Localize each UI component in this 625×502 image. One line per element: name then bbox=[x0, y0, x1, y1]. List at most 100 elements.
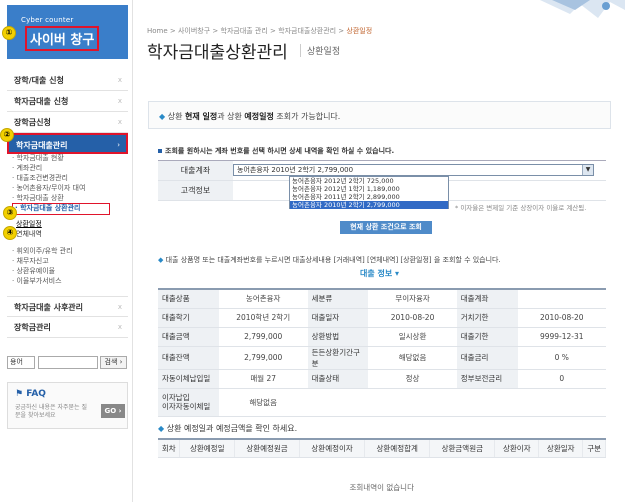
bookmark-icon: ⚑ bbox=[15, 389, 27, 399]
info-value: 2010학년 2학기 bbox=[218, 308, 308, 328]
schedule-column-header: 상환예정일 bbox=[179, 439, 235, 458]
diamond-icon: ◆ bbox=[159, 112, 168, 121]
account-select-value: 농어촌융자 2010년 2학기 2,799,000 bbox=[237, 166, 354, 174]
breadcrumb: Home > 사이버창구 > 학자금대출 관리 > 학자금대출상환관리 > 상환… bbox=[147, 26, 372, 36]
info-row: 대출잔액 2,799,000 든든상환기간구분 해당없음 대출금리 0 % bbox=[158, 346, 606, 370]
info-header: 든든상환기간구분 bbox=[307, 346, 369, 370]
menu-label: 장학금관리 bbox=[14, 323, 51, 332]
notice-b2: 예정일정 bbox=[244, 112, 274, 121]
dropdown-option[interactable]: 농어촌융자 2012년 2학기 725,000 bbox=[290, 177, 448, 185]
sub-item-condition[interactable]: · 대출조건변경관리 bbox=[12, 173, 130, 183]
search-input[interactable] bbox=[38, 356, 98, 369]
dropdown-option-selected[interactable]: 농어촌융자 2010년 2학기 2,799,000 bbox=[290, 201, 448, 209]
section-query-hint: 조회를 원하시는 계좌 번호를 선택 하시면 상세 내역을 확인 하실 수 있습… bbox=[158, 146, 394, 156]
info-value: 2,799,000 bbox=[218, 327, 308, 347]
sub-item-status[interactable]: · 학자금대출 현황 bbox=[12, 153, 130, 163]
schedule-column-header: 상환일자 bbox=[538, 439, 584, 458]
info-value: 정상 bbox=[368, 369, 457, 389]
notice-post: 조회가 가능합니다. bbox=[273, 112, 341, 121]
marker-3: ③ bbox=[3, 206, 17, 220]
faq-title-text: FAQ bbox=[26, 389, 46, 399]
faq-desc: 궁금하신 내용은 자주묻는 질문을 찾아보세요 bbox=[15, 404, 87, 419]
notice-mid: 과 상환 bbox=[217, 112, 245, 121]
info-header: 대출학기 bbox=[158, 308, 219, 328]
schedule-empty: 조회내역이 없습니다 bbox=[349, 483, 414, 492]
left-sidebar: Cyber counter 사이버 창구 ① 장학/대출 신청 x 학자금대출 신… bbox=[0, 0, 133, 502]
page-title: 학자금대출상환관리 bbox=[147, 43, 288, 63]
sub-item-abroad[interactable]: · 휘외이주/유학 관리 bbox=[12, 246, 130, 256]
menu-label: 학자금대출관리 bbox=[16, 141, 68, 150]
section-schedule-text: 상환 예정일과 예정금액을 확인 하세요. bbox=[166, 424, 298, 433]
schedule-column-header: 상환이자 bbox=[494, 439, 540, 458]
interest-note: * 이자율은 변제일 기준 상장이자 이율로 계산됨. bbox=[455, 204, 587, 212]
notice-text: ◆ 상환 현재 일정과 상환 예정일정 조회가 가능합니다. bbox=[159, 111, 340, 122]
loan-info-heading[interactable]: 대출 정보 ▾ bbox=[360, 268, 399, 279]
info-header: 상환방법 bbox=[307, 327, 369, 347]
dropdown-option[interactable]: 농어촌융자 2011년 2학기 2,899,000 bbox=[290, 193, 448, 201]
info-value: 0 % bbox=[517, 346, 606, 370]
info-header: 대출기한 bbox=[456, 327, 518, 347]
info-header: 거치기한 bbox=[456, 308, 518, 328]
diamond-icon: ◆ bbox=[158, 424, 167, 433]
marker-1: ① bbox=[2, 26, 16, 40]
account-label: 대출계좌 bbox=[158, 161, 233, 180]
info-value: 9999-12-31 bbox=[517, 327, 606, 347]
marker-4: ④ bbox=[3, 226, 17, 240]
section-detail-hint: ◆ 대출 상품명 또는 대출계좌번호를 누르시면 대출상세내용 [거래내역] [… bbox=[158, 255, 501, 265]
info-value: 2010-08-20 bbox=[368, 308, 457, 328]
menu-item-apply[interactable]: 장학/대출 신청 x bbox=[7, 70, 128, 91]
info-row: 대출금액 2,799,000 상환방법 일시상환 대출기한 9999-12-31 bbox=[158, 327, 606, 347]
schedule-column-header: 상환예정합계 bbox=[364, 439, 431, 458]
info-header: 대출잔액 bbox=[158, 346, 219, 370]
info-value: 무이자융자 bbox=[368, 289, 457, 309]
sub-item-defer[interactable]: · 상환유예이율 bbox=[12, 266, 130, 276]
brand-title[interactable]: 사이버 창구 bbox=[25, 26, 100, 51]
info-header: 대출상태 bbox=[307, 369, 369, 389]
info-header: 이자납입 이자자동이체일 bbox=[158, 388, 219, 417]
sub-item-repay-manage[interactable]: · 학자금대출 상환관리 bbox=[12, 203, 110, 215]
faq-go-button[interactable]: GO › bbox=[101, 404, 125, 418]
faq-title: ⚑ FAQ bbox=[15, 389, 46, 399]
sub-item-extra[interactable]: · 이율부가서비스 bbox=[12, 276, 130, 286]
menu-item-loan-apply[interactable]: 학자금대출 신청 x bbox=[7, 91, 128, 112]
menu-label: 장학금신청 bbox=[14, 118, 51, 127]
search-type-select[interactable]: 용어 bbox=[7, 356, 35, 369]
info-value: 농어촌융자 bbox=[218, 289, 308, 309]
info-header: 대출금리 bbox=[456, 346, 518, 370]
menu-item-loan-manage[interactable]: 학자금대출관리 › bbox=[7, 133, 128, 154]
account-select[interactable]: 농어촌융자 2010년 2학기 2,799,000 ▼ bbox=[233, 164, 594, 176]
info-header: 대출계좌 bbox=[456, 289, 518, 309]
menu-label: 학자금대출 사후관리 bbox=[14, 303, 84, 312]
breadcrumb-path[interactable]: Home > 사이버창구 > 학자금대출 관리 > 학자금대출상환관리 > bbox=[147, 27, 346, 35]
menu-item-after-care[interactable]: 학자금대출 사후관리 x bbox=[7, 296, 128, 317]
info-value bbox=[517, 289, 606, 309]
sub-item-overdue[interactable]: 연체내역 bbox=[12, 229, 130, 239]
bottom-menu: 학자금대출 사후관리 x 장학금관리 x bbox=[7, 296, 128, 338]
menu-item-scholar-manage[interactable]: 장학금관리 x bbox=[7, 317, 128, 338]
schedule-column-header: 상환예정원금 bbox=[234, 439, 301, 458]
sub-item-account[interactable]: · 계좌관리 bbox=[12, 163, 130, 173]
submenu: · 학자금대출 현황 · 계좌관리 · 대출조건변경관리 · 농어촌융자/무이자… bbox=[12, 153, 130, 286]
notice-box: ◆ 상환 현재 일정과 상환 예정일정 조회가 가능합니다. bbox=[148, 101, 611, 129]
info-header: 대출일자 bbox=[307, 308, 369, 328]
sub-item-debtor[interactable]: · 채무자신고 bbox=[12, 256, 130, 266]
chevron-down-icon[interactable]: ▼ bbox=[582, 165, 593, 175]
info-value: 0 bbox=[517, 369, 606, 389]
schedule-column-header: 회차 bbox=[158, 439, 181, 458]
account-dropdown: 농어촌융자 2012년 2학기 725,000 농어촌융자 2012년 1학기 … bbox=[289, 176, 449, 209]
menu-item-scholarship[interactable]: 장학금신청 x bbox=[7, 112, 128, 133]
sub-item-repay[interactable]: · 학자금대출 상환 bbox=[12, 193, 130, 203]
query-current-button[interactable]: 현재 상환 조건으로 조회 bbox=[340, 221, 432, 234]
info-header: 대출금액 bbox=[158, 327, 219, 347]
sub-item-rural[interactable]: · 농어촌융자/무이자 대여 bbox=[12, 183, 130, 193]
brand-banner: Cyber counter 사이버 창구 bbox=[7, 5, 128, 59]
search-button[interactable]: 검색 › bbox=[100, 356, 127, 369]
sub-item-schedule[interactable]: 상환일정 bbox=[12, 219, 130, 229]
section-detail-text: 대출 상품명 또는 대출계좌번호를 누르시면 대출상세내용 [거래내역] [연체… bbox=[165, 256, 501, 264]
info-value: 2010-08-20 bbox=[517, 308, 606, 328]
dropdown-option[interactable]: 농어촌융자 2012년 1학기 1,189,000 bbox=[290, 185, 448, 193]
info-header: 자동이체납입일 bbox=[158, 369, 219, 389]
info-value: 2,799,000 bbox=[218, 346, 308, 370]
section-query-text: 조회를 원하시는 계좌 번호를 선택 하시면 상세 내역을 확인 하실 수 있습… bbox=[165, 147, 395, 155]
notice-pre: 상환 bbox=[167, 112, 185, 121]
